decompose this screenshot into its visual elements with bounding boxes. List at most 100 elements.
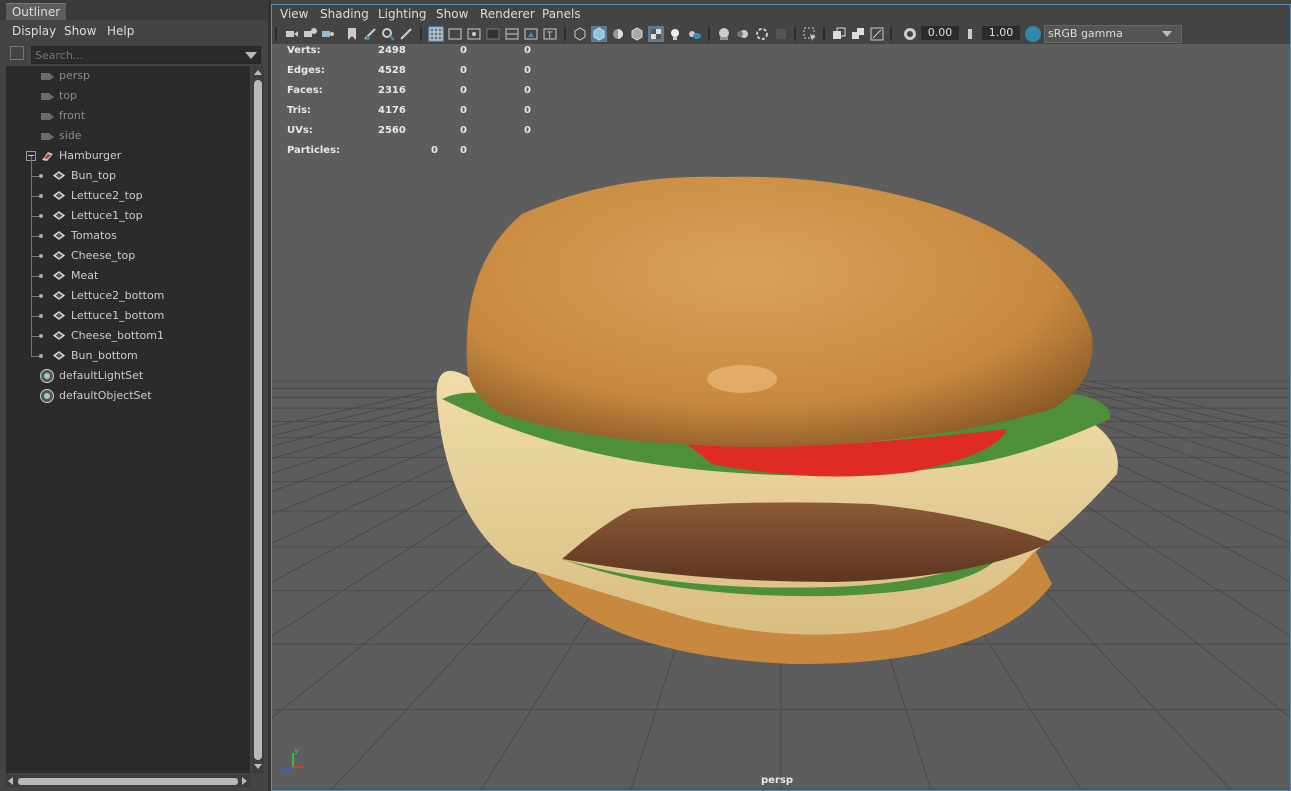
hud-row: Tris: 4176 0 0 <box>287 105 547 125</box>
hud-value: 0 <box>460 105 467 116</box>
tree-item-hamburger[interactable]: Hamburger <box>6 146 250 166</box>
tree-item-defaultobjectset[interactable]: defaultObjectSet <box>6 386 250 406</box>
two-d-pan-icon[interactable] <box>380 26 396 42</box>
scrollbar-thumb[interactable] <box>18 778 238 785</box>
gamma-field[interactable]: 1.00 <box>982 26 1020 40</box>
tree-item-cheese_top[interactable]: Cheese_top <box>6 246 250 266</box>
menu-help[interactable]: Help <box>107 20 134 42</box>
tree-item-lettuce2_top[interactable]: Lettuce2_top <box>6 186 250 206</box>
search-input[interactable] <box>35 47 235 63</box>
select-camera-icon[interactable] <box>284 26 300 42</box>
view-transform-select[interactable]: sRGB gamma <box>1044 25 1182 43</box>
screen-space-ao-icon[interactable] <box>716 26 732 42</box>
resolution-gate-icon[interactable] <box>466 26 482 42</box>
outliner-vertical-scrollbar[interactable] <box>252 66 264 773</box>
film-gate-icon[interactable] <box>447 26 463 42</box>
axis-y-label: y <box>294 746 299 755</box>
tree-item-front[interactable]: front <box>6 106 250 126</box>
search-row <box>0 44 268 66</box>
shadows-icon[interactable] <box>686 26 702 42</box>
tree-node-dot <box>39 194 43 198</box>
chevron-down-icon[interactable] <box>245 52 257 59</box>
xray-active-icon[interactable] <box>850 26 866 42</box>
menu-lighting[interactable]: Lighting <box>378 5 427 24</box>
wireframe-icon[interactable] <box>572 26 588 42</box>
depth-of-field-icon[interactable] <box>773 26 789 42</box>
textured-icon[interactable] <box>629 26 645 42</box>
safe-action-icon[interactable] <box>523 26 539 42</box>
tree-item-lettuce2_bottom[interactable]: Lettuce2_bottom <box>6 286 250 306</box>
outliner-horizontal-scrollbar[interactable] <box>6 775 250 787</box>
tree-item-bun_top[interactable]: Bun_top <box>6 166 250 186</box>
menu-renderer[interactable]: Renderer <box>480 5 535 24</box>
hud-value: 2316 <box>378 85 406 96</box>
anti-aliasing-icon[interactable] <box>754 26 770 42</box>
textures-icon[interactable] <box>648 26 664 42</box>
tree-item-persp[interactable]: persp <box>6 66 250 86</box>
default-material-icon[interactable] <box>610 26 626 42</box>
hud-row: Faces: 2316 0 0 <box>287 85 547 105</box>
grid-icon[interactable] <box>428 26 444 42</box>
bookmarks-icon[interactable] <box>320 26 336 42</box>
viewport-panel[interactable]: View Shading Lighting Show Renderer Pane… <box>271 4 1291 791</box>
mesh-icon <box>52 251 66 260</box>
smooth-shade-icon[interactable] <box>591 26 607 42</box>
scroll-left-icon[interactable] <box>8 777 13 785</box>
gate-mask-icon[interactable] <box>485 26 501 42</box>
tree-node-dot <box>39 214 43 218</box>
isolate-select-icon[interactable] <box>802 26 818 42</box>
tree-item-tomatos[interactable]: Tomatos <box>6 226 250 246</box>
xray-icon[interactable] <box>831 26 847 42</box>
tree-item-defaultlightset[interactable]: defaultLightSet <box>6 366 250 386</box>
tree-item-cheese_bottom1[interactable]: Cheese_bottom1 <box>6 326 250 346</box>
tree-item-meat[interactable]: Meat <box>6 266 250 286</box>
mesh-icon <box>52 331 66 340</box>
set-icon <box>40 369 54 383</box>
tree-item-top[interactable]: top <box>6 86 250 106</box>
menu-show[interactable]: Show <box>436 5 468 24</box>
camera-attributes-icon[interactable] <box>302 26 318 42</box>
exposure-icon[interactable] <box>902 26 918 42</box>
menu-display[interactable]: Display <box>12 20 56 42</box>
hud-value: 0 <box>460 125 467 136</box>
hud-value: 0 <box>524 125 531 136</box>
tree-connector <box>31 356 39 357</box>
search-box[interactable] <box>31 46 261 64</box>
chevron-down-icon[interactable] <box>1162 31 1172 37</box>
tree-item-lettuce1_bottom[interactable]: Lettuce1_bottom <box>6 306 250 326</box>
hud-row: Verts: 2498 0 0 <box>287 45 547 65</box>
scroll-right-icon[interactable] <box>242 777 247 785</box>
bookmark-icon[interactable] <box>344 26 360 42</box>
tree-item-label: Hamburger <box>59 149 122 162</box>
outliner-tab[interactable]: Outliner <box>6 3 66 21</box>
gamma-icon[interactable] <box>964 26 980 42</box>
use-all-lights-icon[interactable] <box>667 26 683 42</box>
tree-item-label: defaultLightSet <box>59 369 144 382</box>
outliner-menubar: Display Show Help <box>0 20 268 42</box>
menu-view[interactable]: View <box>280 5 308 24</box>
tree-item-lettuce1_top[interactable]: Lettuce1_top <box>6 206 250 226</box>
scrollbar-thumb[interactable] <box>254 80 262 760</box>
image-plane-icon[interactable] <box>362 26 378 42</box>
menu-shading[interactable]: Shading <box>320 5 369 24</box>
scroll-up-icon[interactable] <box>254 70 262 75</box>
tree-item-label: Cheese_bottom1 <box>71 329 164 342</box>
menu-show[interactable]: Show <box>64 20 96 42</box>
color-management-icon[interactable] <box>1025 26 1041 42</box>
motion-blur-icon[interactable] <box>735 26 751 42</box>
grease-pencil-icon[interactable] <box>398 26 414 42</box>
safe-title-icon[interactable]: T <box>542 26 558 42</box>
field-chart-icon[interactable] <box>504 26 520 42</box>
hud-row: Particles: 0 0 <box>287 145 547 165</box>
exposure-field[interactable]: 0.00 <box>921 26 959 40</box>
xray-joints-icon[interactable] <box>869 26 885 42</box>
tree-item-bun_bottom[interactable]: Bun_bottom <box>6 346 250 366</box>
mesh-icon <box>52 191 66 200</box>
mesh-icon <box>52 351 66 360</box>
tree-node-dot <box>39 354 43 358</box>
bun-highlight <box>707 365 777 393</box>
filter-icon[interactable] <box>10 46 24 60</box>
scroll-down-icon[interactable] <box>254 764 262 769</box>
menu-panels[interactable]: Panels <box>542 5 581 24</box>
tree-item-side[interactable]: side <box>6 126 250 146</box>
